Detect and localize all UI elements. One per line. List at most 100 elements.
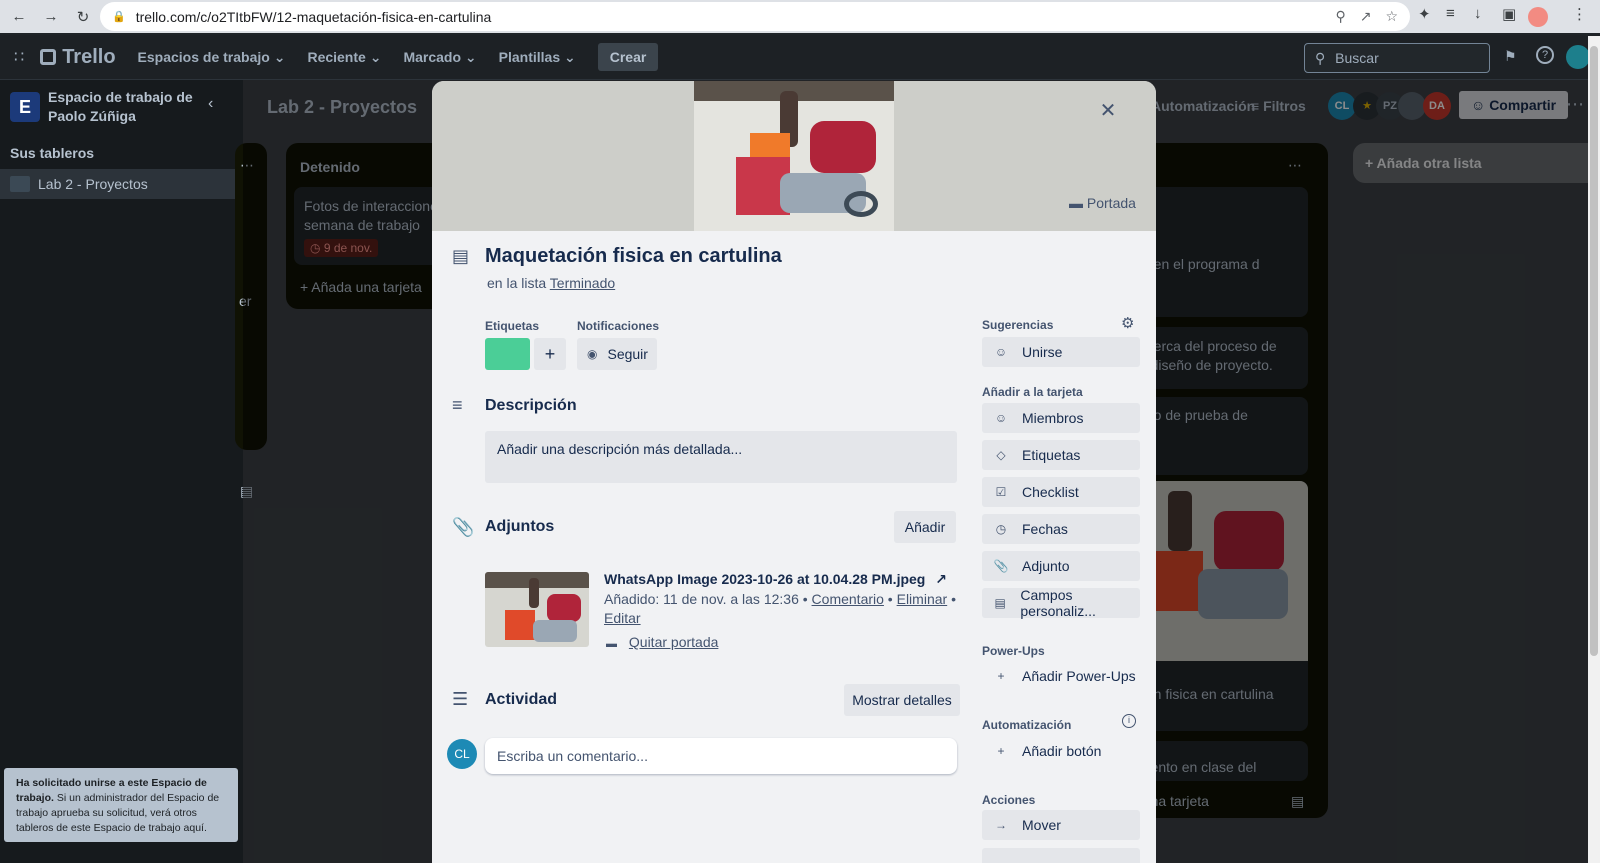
notifications-icon[interactable]: ⚑ (1504, 48, 1517, 65)
boards-heading: Sus tableros (10, 145, 95, 161)
menu-workspaces[interactable]: Espacios de trabajo ⌄ (138, 49, 286, 66)
sidepanel-icon[interactable]: ▣ (1502, 5, 1516, 23)
person-icon: ☺ (994, 345, 1008, 359)
activity-heading: Actividad (485, 691, 558, 708)
attachment-button[interactable]: 📎 Adjunto (982, 551, 1140, 581)
add-attachment-button[interactable]: Añadir (894, 511, 956, 543)
label-chip[interactable] (485, 338, 530, 370)
edit-link[interactable]: Editar (604, 610, 641, 626)
custom-fields-button[interactable]: ▤ Campos personaliz... (982, 587, 1140, 619)
labels-heading: Etiquetas (485, 319, 540, 333)
profile-avatar[interactable] (1528, 7, 1548, 27)
plus-icon: + (997, 669, 1005, 683)
scrollbar-thumb[interactable] (1590, 46, 1598, 656)
add-to-card-heading: Añadir a la tarjeta (982, 385, 1083, 399)
arrow-right-icon: → (995, 818, 1007, 832)
remove-cover-link[interactable]: ▬ Quitar portada (606, 634, 718, 650)
search-input[interactable]: ⚲ Buscar (1304, 43, 1490, 73)
comment-input[interactable]: Escriba un comentario... (485, 738, 957, 774)
delete-link[interactable]: Eliminar (897, 591, 948, 607)
search-icon: ⚲ (1315, 50, 1326, 66)
members-button[interactable]: ☺ Miembros (982, 403, 1140, 433)
download-icon[interactable]: ↓ (1474, 5, 1482, 22)
page-scrollbar[interactable] (1588, 36, 1600, 863)
tag-icon: ◇ (996, 448, 1006, 462)
browser-toolbar: ← → ↻ 🔒 trello.com/c/o2TItbFW/12-maqueta… (0, 0, 1600, 33)
forward-icon[interactable]: → (38, 8, 64, 25)
actions-heading: Acciones (982, 793, 1036, 807)
description-icon: ≡ (452, 395, 463, 415)
powerups-heading: Power-Ups (982, 644, 1045, 658)
trello-logo-icon (40, 49, 57, 65)
eye-icon: ◉ (587, 347, 598, 361)
attachment-meta: Añadido: 11 de nov. a las 12:36 • Coment… (604, 591, 956, 626)
clock-icon: ◷ (995, 522, 1007, 536)
dates-button[interactable]: ◷ Fechas (982, 514, 1140, 544)
cover-button[interactable]: ▬ Portada (1069, 195, 1136, 211)
menu-recent[interactable]: Reciente ⌄ (307, 49, 381, 66)
share-page-icon[interactable]: ↗ (1360, 8, 1372, 25)
close-icon[interactable]: ✕ (1092, 95, 1124, 127)
account-avatar[interactable] (1566, 45, 1590, 69)
bookmark-star-icon[interactable]: ☆ (1385, 8, 1398, 25)
sidebar-item-board[interactable]: Lab 2 - Proyectos (0, 169, 243, 199)
menu-starred[interactable]: Marcado ⌄ (403, 49, 476, 66)
notifications-heading: Notificaciones (577, 319, 660, 333)
labels-button[interactable]: ◇ Etiquetas (982, 440, 1140, 470)
address-bar[interactable]: 🔒 trello.com/c/o2TItbFW/12-maquetación-f… (100, 2, 1410, 31)
person-icon: ☺ (994, 411, 1008, 425)
cover-icon: ▬ (606, 638, 617, 650)
fields-icon: ▤ (994, 596, 1006, 610)
app-switcher-icon[interactable]: ∷ (14, 47, 24, 67)
info-icon[interactable]: i (1122, 714, 1136, 728)
reload-icon[interactable]: ↻ (70, 8, 96, 26)
attachments-heading: Adjuntos (485, 518, 555, 535)
attachment-thumbnail[interactable] (485, 572, 589, 647)
join-button[interactable]: ☺ Unirse (982, 337, 1140, 367)
description-heading: Descripción (485, 397, 577, 414)
zoom-icon[interactable]: ⚲ (1335, 8, 1345, 25)
follow-button[interactable]: ◉ Seguir (577, 338, 657, 370)
browser-menu-icon[interactable]: ⋮ (1572, 5, 1587, 23)
workspace-avatar: E (10, 92, 40, 122)
collapse-sidebar-icon[interactable]: ‹ (208, 95, 213, 113)
automation-heading: Automatización (982, 718, 1072, 732)
external-link-icon[interactable]: ↗ (935, 571, 947, 587)
join-request-notice: Ha solicitado unirse a este Espacio de t… (4, 768, 238, 842)
gear-icon[interactable]: ⚙ (1121, 314, 1134, 332)
plus-icon: + (997, 744, 1005, 758)
back-icon[interactable]: ← (6, 8, 32, 25)
workspace-sidebar: E Espacio de trabajo de Paolo Zúñiga ‹ S… (0, 80, 243, 863)
menu-templates[interactable]: Plantillas ⌄ (499, 49, 576, 66)
card-detail-modal: ✕ ▬ Portada ▤ Maquetación fisica en cart… (432, 81, 1156, 863)
card-title[interactable]: Maquetación fisica en cartulina (485, 245, 782, 268)
add-button-button[interactable]: + Añadir botón (982, 736, 1140, 766)
add-powerups-button[interactable]: + Añadir Power-Ups (982, 661, 1140, 691)
paperclip-icon: 📎 (452, 517, 475, 537)
extensions-icon[interactable]: ✦ (1418, 5, 1431, 23)
card-cover: ✕ ▬ Portada (432, 81, 1156, 231)
description-field[interactable]: Añadir una descripción más detallada... (485, 431, 957, 483)
trello-header: ∷ Trello Espacios de trabajo ⌄ Reciente … (0, 35, 1600, 80)
paperclip-icon: 📎 (993, 559, 1009, 573)
workspace-name[interactable]: Espacio de trabajo de Paolo Zúñiga (48, 88, 198, 126)
comment-link[interactable]: Comentario (812, 591, 884, 607)
copy-button[interactable] (982, 848, 1140, 863)
suggestions-heading: Sugerencias (982, 318, 1054, 332)
list-link[interactable]: Terminado (550, 275, 615, 291)
attachment-name[interactable]: WhatsApp Image 2023-10-26 at 10.04.28 PM… (604, 571, 947, 588)
in-list-text: en la lista Terminado (487, 275, 616, 291)
activity-icon: ☰ (452, 689, 469, 709)
help-icon[interactable]: ? (1536, 46, 1554, 64)
board-thumbnail (10, 176, 30, 192)
trello-logo[interactable]: Trello (40, 46, 116, 69)
checklist-button[interactable]: ☑ Checklist (982, 477, 1140, 507)
card-icon: ▤ (452, 246, 470, 266)
lock-icon: 🔒 (112, 11, 126, 23)
cover-image (694, 81, 894, 231)
create-button[interactable]: Crear (597, 43, 659, 71)
media-icon[interactable]: ≡ (1446, 5, 1455, 22)
move-button[interactable]: → Mover (982, 810, 1140, 840)
show-details-button[interactable]: Mostrar detalles (844, 684, 960, 716)
add-label-button[interactable]: + (534, 338, 566, 370)
